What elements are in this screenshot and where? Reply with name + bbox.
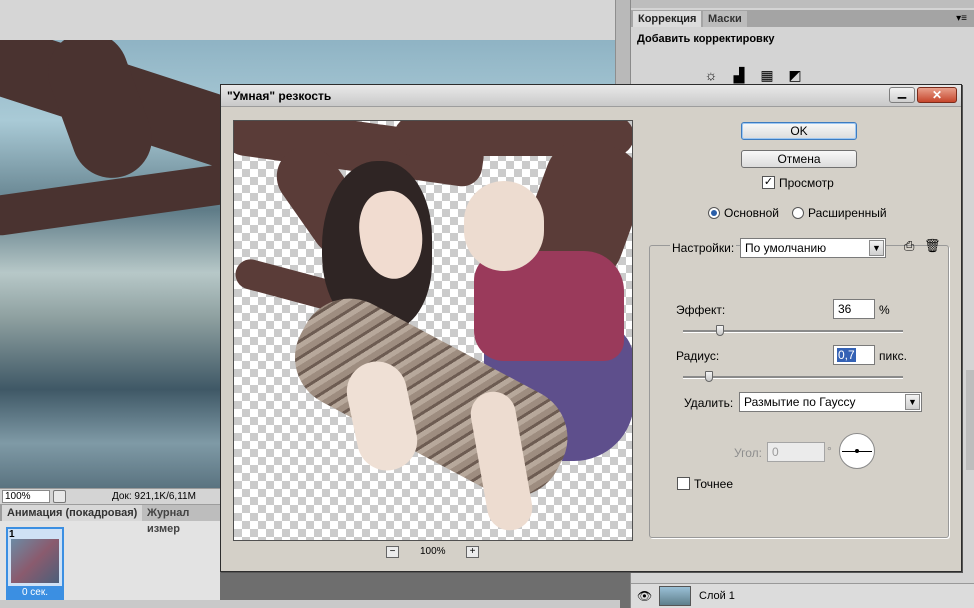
angle-label: Угол: [734,446,762,460]
settings-value: По умолчанию [745,241,827,255]
save-preset-icon[interactable]: ⎙ [904,238,914,254]
curves-icon[interactable]: ▦ [757,66,777,84]
trash-icon[interactable]: 🗑 [924,238,941,254]
tab-animation[interactable]: Анимация (покадровая) [2,505,143,521]
angle-input: 0 [767,442,825,462]
document-status-bar: 100% Док: 921,1K/6,11M [0,488,220,504]
animation-panel-tabs: Анимация (покадровая) Журнал измер [0,504,220,535]
zoom-out-button[interactable]: − [386,546,399,558]
angle-unit: ° [827,444,832,458]
mode-advanced-radio[interactable] [792,207,804,219]
angle-dial-center [855,449,859,453]
radius-label: Радиус: [676,349,720,363]
adjustment-icons: ☼ ▟ ▦ ◩ [701,66,821,86]
remove-value: Размытие по Гауссу [744,395,856,409]
chevron-down-icon: ▼ [905,394,920,410]
panel-scrollbar[interactable] [966,370,974,470]
preview-zoom-level: 100% [420,546,446,557]
adjustments-panel-tabs: Коррекция Маски ▾≡ [631,10,974,27]
document-tabbar [0,0,630,40]
zoom-field[interactable]: 100% [2,490,50,503]
settings-label: Настройки: [670,241,737,255]
minimize-button[interactable]: ▁ [889,87,915,103]
radius-unit: пикс. [879,349,907,363]
tab-history[interactable]: Журнал измер [142,505,220,535]
mode-basic-label: Основной [724,206,780,220]
animation-frame[interactable]: 1 0 сек. [6,527,64,602]
amount-unit: % [879,303,890,317]
amount-slider[interactable] [683,325,903,336]
eye-icon[interactable]: 👁 [637,589,652,603]
layer-thumbnail [659,586,691,606]
tab-masks[interactable]: Маски [703,11,747,27]
amount-label: Эффект: [676,303,726,317]
amount-input[interactable]: 36 [833,299,875,319]
radius-slider[interactable] [683,371,903,382]
status-menu-button[interactable] [53,490,66,503]
panel-menu-icon[interactable]: ▾≡ [956,13,967,24]
more-accurate-checkbox[interactable] [677,477,690,490]
ok-button[interactable]: OK [741,122,857,140]
close-button[interactable]: ✕ [917,87,957,103]
panel-top-strip [631,0,974,8]
exposure-icon[interactable]: ◩ [785,66,805,84]
frame-delay[interactable]: 0 сек. [8,586,62,600]
mode-advanced-label: Расширенный [808,206,887,220]
dialog-titlebar[interactable]: "Умная" резкость ▁ ✕ [221,85,961,107]
add-adjustment-heading: Добавить корректировку [637,33,775,45]
radius-value: 0,7 [837,348,856,362]
zoom-in-button[interactable]: + [466,546,479,558]
preview-pane[interactable] [233,120,633,541]
chevron-down-icon: ▼ [869,240,884,256]
smart-sharpen-dialog: "Умная" резкость ▁ ✕ − 100% + OK Отмена … [220,84,962,572]
radius-slider-thumb[interactable] [705,371,713,382]
preview-checkbox[interactable]: ✓ [762,176,775,189]
tab-adjustments[interactable]: Коррекция [633,11,702,27]
shoulder [464,181,544,271]
remove-dropdown[interactable]: Размытие по Гауссу ▼ [739,392,922,412]
cancel-button[interactable]: Отмена [741,150,857,168]
more-accurate-label: Точнее [694,477,734,491]
dialog-title: "Умная" резкость [227,89,332,103]
preview-checkbox-label: Просмотр [779,176,834,190]
frame-thumbnail [11,539,59,583]
brightness-icon[interactable]: ☼ [701,66,721,84]
layer-row[interactable]: 👁 Слой 1 [631,583,974,608]
angle-dial [839,433,875,469]
animation-panel: Анимация (покадровая) Журнал измер 1 0 с… [0,504,220,608]
animation-controls-bar [0,600,620,608]
layer-name: Слой 1 [699,590,735,602]
levels-icon[interactable]: ▟ [729,66,749,84]
amount-slider-thumb[interactable] [716,325,724,336]
document-info: Док: 921,1K/6,11M [112,491,196,502]
mode-basic-radio[interactable] [708,207,720,219]
radius-input[interactable]: 0,7 [833,345,875,365]
remove-label: Удалить: [684,396,734,410]
settings-dropdown[interactable]: По умолчанию ▼ [740,238,886,258]
